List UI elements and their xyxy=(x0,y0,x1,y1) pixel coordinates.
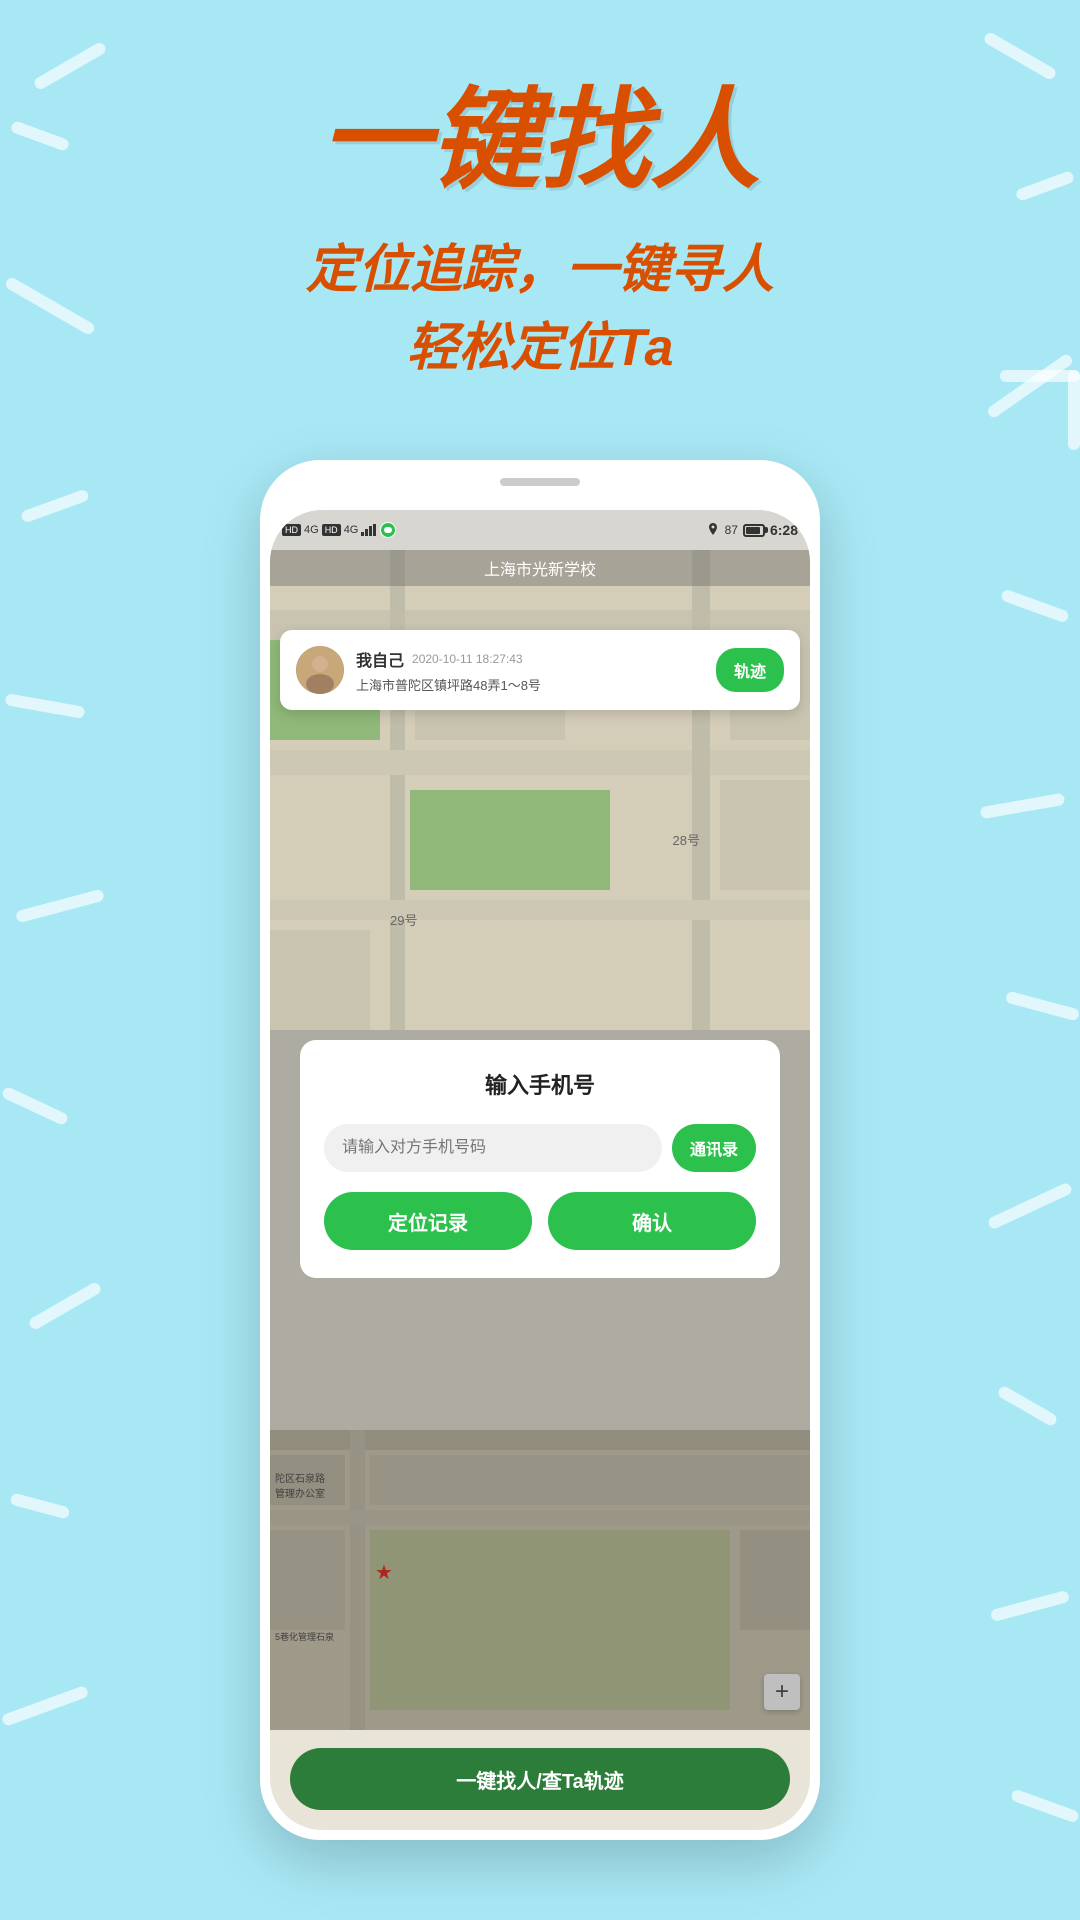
dialog-box: 输入手机号 通讯录 定位记录 确认 xyxy=(300,1040,780,1278)
hd-badge: HD xyxy=(282,524,301,536)
phone-screen: HD 4G HD 4G 87 xyxy=(270,510,810,1830)
status-bar: HD 4G HD 4G 87 xyxy=(270,510,810,550)
main-title: 一键找人 xyxy=(0,80,1080,201)
battery-fill xyxy=(746,527,760,534)
confirm-button[interactable]: 确认 xyxy=(548,1192,756,1250)
find-person-button[interactable]: 一键找人/查Ta轨迹 xyxy=(290,1748,790,1810)
wifi-icon xyxy=(361,524,377,536)
battery-icon xyxy=(743,524,765,537)
map-green-2 xyxy=(410,790,610,890)
dialog-title: 输入手机号 xyxy=(324,1068,756,1100)
dialog-actions: 定位记录 确认 xyxy=(324,1192,756,1250)
user-name: 我自己 xyxy=(356,647,404,671)
map-location-bar: 上海市光新学校 xyxy=(270,550,810,586)
map-building-3 xyxy=(720,780,810,890)
hd-badge2: HD xyxy=(322,524,341,536)
map-road-2 xyxy=(390,550,405,1030)
location-info: 我自己 2020-10-11 18:27:43 上海市普陀区镇坪路48弄1～8号 xyxy=(356,647,704,694)
map-road-5 xyxy=(270,900,810,920)
phone-frame: HD 4G HD 4G 87 xyxy=(260,460,820,1840)
wechat-icon xyxy=(380,522,396,538)
track-button[interactable]: 轨迹 xyxy=(716,648,784,692)
signal-4g2: 4G xyxy=(344,524,359,536)
user-row: 我自己 2020-10-11 18:27:43 xyxy=(356,647,704,671)
location-card: 我自己 2020-10-11 18:27:43 上海市普陀区镇坪路48弄1～8号… xyxy=(280,630,800,710)
contacts-button[interactable]: 通讯录 xyxy=(672,1124,756,1172)
map-road-4 xyxy=(692,550,710,1030)
user-avatar xyxy=(296,646,344,694)
phone-notch xyxy=(500,478,580,486)
battery-level: 87 xyxy=(725,523,738,537)
location-name: 上海市光新学校 xyxy=(484,556,596,580)
location-address: 上海市普陀区镇坪路48弄1～8号 xyxy=(356,675,704,694)
history-button[interactable]: 定位记录 xyxy=(324,1192,532,1250)
location-icon xyxy=(706,523,720,537)
title-area: 一键找人 定位追踪，一键寻人 轻松定位Ta xyxy=(0,80,1080,387)
input-row: 通讯录 xyxy=(324,1124,756,1172)
status-left: HD 4G HD 4G xyxy=(282,522,396,538)
signal-4g: 4G xyxy=(304,524,319,536)
map-road-3 xyxy=(270,750,810,775)
time-display: 6:28 xyxy=(770,522,798,538)
status-right: 87 6:28 xyxy=(706,522,798,538)
avatar-svg xyxy=(296,646,344,694)
map-number-28: 28号 xyxy=(673,830,700,849)
map-number-29: 29号 xyxy=(390,910,417,929)
map-area: 28号 29号 2 上海市光新学校 我自己 xyxy=(270,550,810,1030)
map-building-4 xyxy=(270,930,370,1030)
location-timestamp: 2020-10-11 18:27:43 xyxy=(412,652,523,666)
subtitle: 定位追踪，一键寻人 轻松定位Ta xyxy=(0,231,1080,387)
phone-number-input[interactable] xyxy=(324,1124,662,1172)
